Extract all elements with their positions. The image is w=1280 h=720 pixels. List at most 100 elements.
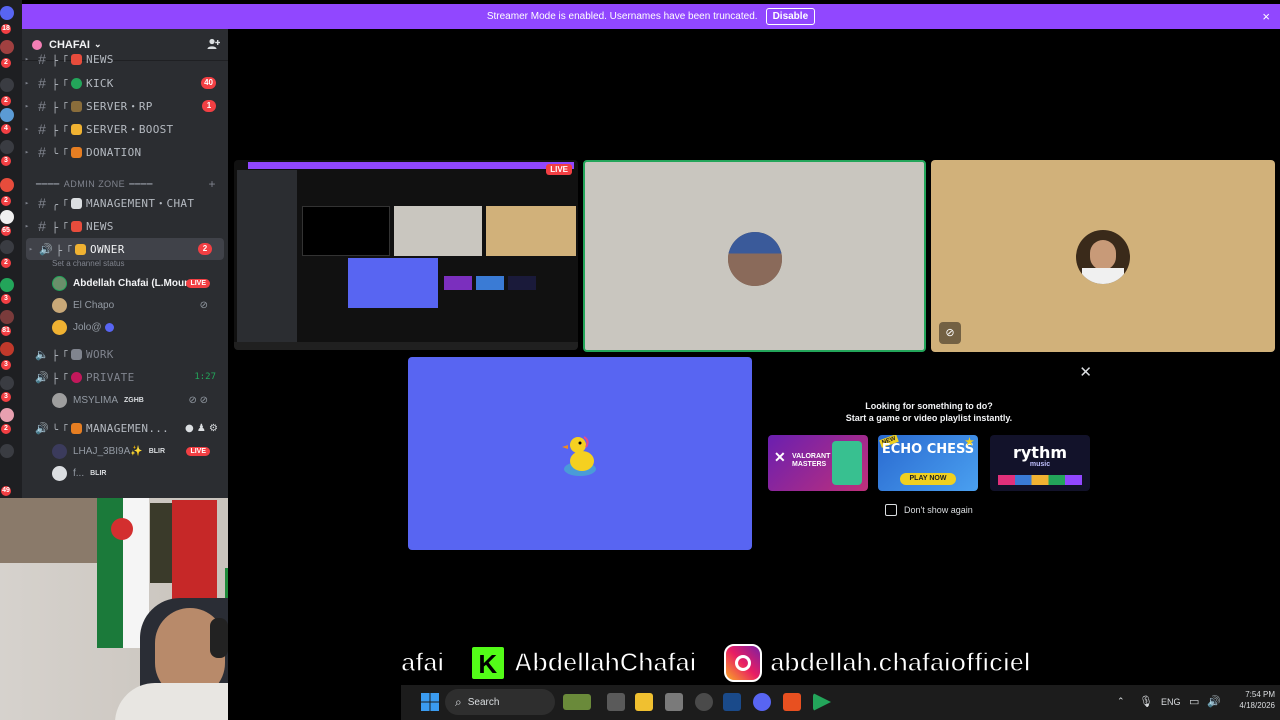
chrome-icon[interactable] <box>695 693 713 711</box>
server-badge: 3 <box>1 392 11 402</box>
channel-status[interactable]: Set a channel status <box>52 259 125 268</box>
discord-icon[interactable] <box>753 693 771 711</box>
voice-member[interactable]: Abdellah Chafai (L.Mount... LIVE <box>52 273 222 293</box>
file-explorer-icon[interactable] <box>635 693 653 711</box>
language-indicator[interactable]: ENG <box>1161 697 1181 707</box>
channel-emoji-icon <box>71 77 83 89</box>
server-badge: 2 <box>1 424 11 434</box>
clock[interactable]: 7:54 PM 4/18/2026 <box>1227 689 1275 711</box>
avatar <box>52 392 67 408</box>
category-admin-zone[interactable]: ━━━━ ADMIN ZONE ━━━━ + <box>22 177 228 191</box>
participant-tile[interactable]: ⊘ <box>931 160 1275 352</box>
voice-channel-management[interactable]: 🔊 ╰「 MANAGEMEN... ● ♟ ⚙ <box>22 417 228 439</box>
activity-card-echo-chess[interactable]: NEW ECHO CHESS PLAY NOW ★ <box>878 435 978 491</box>
channel-name: PRIVATE <box>86 370 135 384</box>
tree-deco: ├「 <box>56 245 73 257</box>
avatar <box>52 319 67 335</box>
server-badge: 18 <box>1 24 11 34</box>
server-icon[interactable] <box>0 310 14 324</box>
participant-tile-blue[interactable] <box>408 357 752 550</box>
activity-card-rythm[interactable]: rythm music <box>990 435 1090 491</box>
mini-card <box>476 276 504 290</box>
channel-news[interactable]: ▸ # ├「 NEWS <box>22 215 228 237</box>
channel-news-partial[interactable]: ▸ # ├「 NEWS <box>22 51 228 67</box>
member-name: MSYLIMA <box>73 394 119 406</box>
dont-show-again-checkbox[interactable] <box>885 504 897 516</box>
voice-channel-work[interactable]: 🔈 ├「 WORK <box>22 343 228 365</box>
taskbar-search[interactable]: ⌕ Search <box>445 689 591 715</box>
tree-deco: ├「 <box>52 222 69 234</box>
server-icon[interactable] <box>0 342 14 356</box>
mic-muted-icon: ⊘ <box>199 299 208 311</box>
server-icon[interactable] <box>0 278 14 292</box>
voice-member[interactable]: Jolo@ <box>52 317 222 337</box>
kick-handle-partial: afai <box>401 646 445 678</box>
server-icon[interactable] <box>0 40 14 54</box>
server-icon[interactable] <box>0 108 14 122</box>
server-badge: 49 <box>1 486 11 496</box>
microphone-icon[interactable]: 🎙 <box>1139 695 1153 708</box>
close-icon[interactable]: × <box>1262 9 1270 24</box>
channel-donation[interactable]: ▸ # ╰「 DONATION <box>22 141 228 163</box>
channel-emoji-icon <box>71 371 83 383</box>
server-badge: 2 <box>1 58 11 68</box>
close-icon[interactable]: ✕ <box>1079 363 1092 381</box>
chevron-up-icon[interactable]: ⌃ <box>1117 696 1125 707</box>
server-icon[interactable] <box>0 140 14 154</box>
windows-start-icon[interactable] <box>421 693 439 711</box>
disable-button[interactable]: Disable <box>765 8 816 25</box>
play-now-button[interactable]: PLAY NOW <box>900 473 956 485</box>
server-list[interactable]: 18 2 2 4 3 2 65 2 3 81 3 3 2 49 <box>0 0 22 500</box>
channel-kick[interactable]: ▸ # ├「 KICK 40 <box>22 72 228 94</box>
server-icon[interactable] <box>0 408 14 422</box>
channel-emoji-icon <box>75 243 87 255</box>
channel-name: KICK <box>86 76 114 90</box>
channel-management-chat[interactable]: ▸ # ╭「 MANAGEMENT・CHAT <box>22 192 228 214</box>
channel-name: NEWS <box>86 52 114 66</box>
server-icon[interactable] <box>0 6 14 20</box>
category-deco: ━━━━ <box>129 178 153 189</box>
tree-deco: ├「 <box>52 79 69 91</box>
participant-tile-speaking[interactable] <box>583 160 926 352</box>
channel-server-boost[interactable]: ▸ # ├「 SERVER・BOOST <box>22 118 228 140</box>
voice-member[interactable]: f... BLIR <box>52 463 222 483</box>
voice-member[interactable]: MSYLIMA ZGHB ⊘ ⊘ <box>52 390 222 410</box>
camera-icon[interactable] <box>665 693 683 711</box>
app-icon[interactable] <box>813 693 831 711</box>
instagram-handle: abdellah.chafaiofficiel <box>769 646 1031 678</box>
server-icon[interactable] <box>0 210 14 224</box>
member-name: Abdellah Chafai (L.Mount... <box>73 277 202 289</box>
task-view-icon[interactable] <box>607 693 625 711</box>
steam-icon[interactable] <box>723 693 741 711</box>
voice-channel-owner[interactable]: ▸ 🔊 ├「 OWNER 2 <box>26 238 224 260</box>
server-icon[interactable] <box>0 178 14 192</box>
volume-icon[interactable]: 🔊 <box>1207 695 1221 708</box>
screenshare-tile[interactable]: LIVE <box>234 160 578 350</box>
server-icon[interactable] <box>0 444 14 458</box>
live-badge: LIVE <box>186 278 210 288</box>
voice-member[interactable]: LHAJ_3BI9A✨ BLIR LIVE <box>52 441 222 461</box>
brave-icon[interactable] <box>783 693 801 711</box>
channel-actions-icon[interactable]: ● ♟ ⚙ <box>185 423 218 434</box>
network-icon[interactable]: ▭ <box>1189 695 1199 708</box>
social-overlay: afai K AbdellahChafai abdellah.chafaioff… <box>401 640 1280 685</box>
clock-date: 4/18/2026 <box>1239 701 1275 710</box>
channel-emoji-icon <box>71 220 83 232</box>
member-tag: BLIR <box>90 469 107 477</box>
server-icon[interactable] <box>0 240 14 254</box>
avatar <box>1076 230 1130 284</box>
add-channel-icon[interactable]: + <box>208 177 216 191</box>
server-icon[interactable] <box>0 376 14 390</box>
activity-card-valorant[interactable]: ✕ VALORANT MASTERS <box>768 435 868 491</box>
expander-icon: ▸ <box>24 79 30 87</box>
server-icon[interactable] <box>0 78 14 92</box>
server-badge: 4 <box>1 124 11 134</box>
speaker-icon: 🔊 <box>35 421 49 435</box>
voice-channel-private[interactable]: 🔊 ├「 PRIVATE 1:27 <box>22 366 228 388</box>
channel-server-rp[interactable]: ▸ # ├「 SERVER・RP 1 <box>22 95 228 117</box>
voice-stage: LIVE ⊘ <box>228 29 1280 720</box>
member-name: El Chapo <box>73 299 115 311</box>
voice-member[interactable]: El Chapo ⊘ <box>52 295 222 315</box>
agent-art <box>832 441 862 485</box>
avatar <box>52 465 67 481</box>
